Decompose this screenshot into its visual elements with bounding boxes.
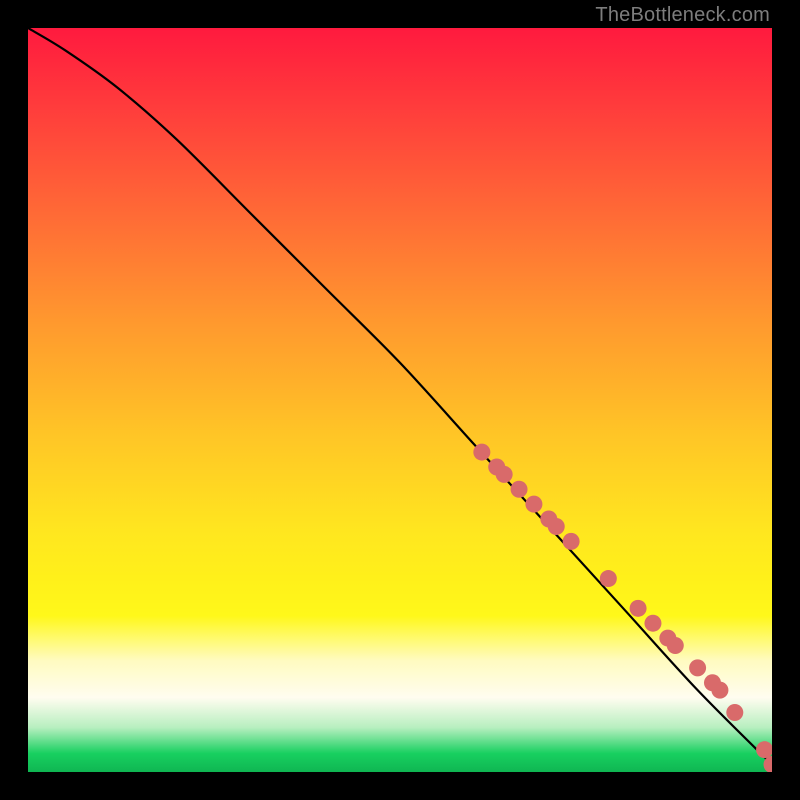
- watermark-text: TheBottleneck.com: [595, 4, 770, 27]
- chart-stage: TheBottleneck.com: [0, 0, 800, 800]
- plot-area: [28, 28, 772, 772]
